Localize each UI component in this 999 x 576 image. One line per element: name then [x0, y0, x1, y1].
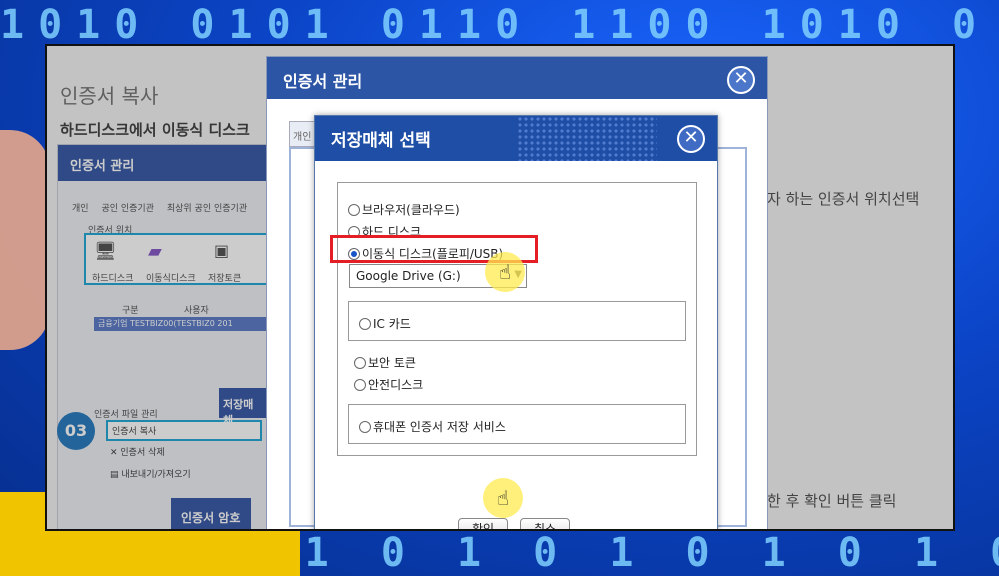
option-label: 브라우저(클라우드): [362, 203, 460, 217]
ok-button[interactable]: 확인: [458, 518, 508, 529]
radio-security-token[interactable]: [354, 356, 366, 369]
option-label: 휴대폰 인증서 저장 서비스: [373, 420, 506, 434]
storage-dialog-title: 저장매체 선택: [331, 131, 431, 151]
option-phone[interactable]: 휴대폰 인증서 저장 서비스: [359, 418, 506, 435]
cert-manager-title: 인증서 관리: [267, 57, 767, 99]
option-security-token[interactable]: 보안 토큰: [354, 354, 416, 371]
storage-options-box: 브라우저(클라우드) 하드 디스크 이동식 디스크(플로피/USB) Googl…: [330, 182, 697, 456]
option-label: 안전디스크: [368, 378, 424, 392]
monitor-screen: 인증서 복사 하드디스크에서 이동식 디스크 자 하는 인증서 위치선택 한 후…: [45, 44, 955, 531]
option-label: IC 카드: [373, 317, 411, 331]
close-icon[interactable]: ✕: [677, 125, 705, 153]
storage-dialog-header: 저장매체 선택 ✕: [315, 116, 717, 161]
binary-digits-top: 1010 0101 0110 1100 1010 0 0101: [0, 2, 999, 48]
hand-cursor-icon: ☝: [483, 478, 523, 518]
presenter-hand: [0, 130, 50, 350]
drive-select-value: Google Drive (G:): [356, 269, 461, 283]
option-ic-card[interactable]: IC 카드: [359, 315, 411, 332]
ic-card-box: IC 카드: [348, 301, 686, 341]
radio-ic-card[interactable]: [359, 317, 371, 330]
storage-select-dialog: 저장매체 선택 ✕ 브라우저(클라우드) 하드 디스크 이동식 디스크(플로피/…: [314, 115, 718, 529]
phone-service-box: 휴대폰 인증서 저장 서비스: [348, 404, 686, 444]
radio-browser[interactable]: [348, 203, 360, 216]
option-label: 보안 토큰: [368, 356, 416, 370]
cancel-button[interactable]: 취소: [520, 518, 570, 529]
radio-phone[interactable]: [359, 420, 371, 433]
option-browser[interactable]: 브라우저(클라우드): [348, 201, 460, 218]
header-dot-pattern: [517, 116, 657, 161]
radio-safe-disk[interactable]: [354, 378, 366, 391]
hand-cursor-icon: ☝: [485, 252, 525, 292]
option-safe-disk[interactable]: 안전디스크: [354, 376, 423, 393]
close-icon[interactable]: ✕: [727, 66, 755, 94]
